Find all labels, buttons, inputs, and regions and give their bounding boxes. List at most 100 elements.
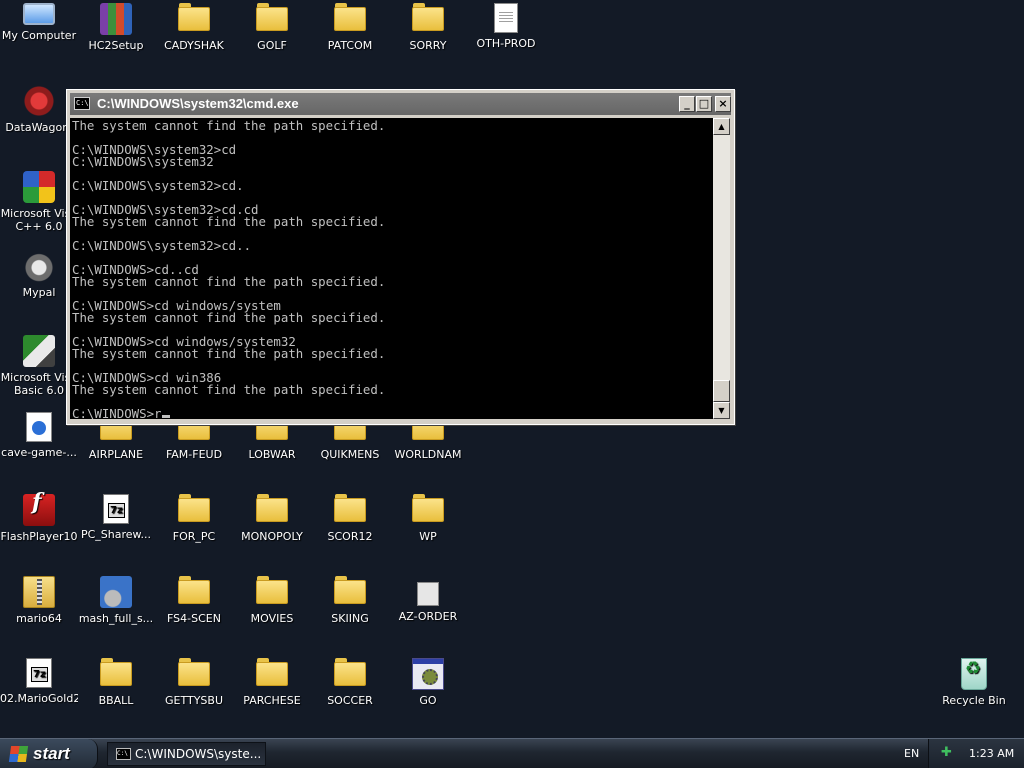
desktop-icon-az-order[interactable]: AZ-ORDER <box>389 576 467 623</box>
cmd-window[interactable]: C:\ C:\WINDOWS\system32\cmd.exe _ □ × Th… <box>66 89 735 425</box>
start-button[interactable]: start <box>0 739 98 768</box>
desktop-icon-gettysbu[interactable]: GETTYSBU <box>155 658 233 707</box>
folder-icon <box>256 494 288 526</box>
folder-icon <box>256 576 288 608</box>
desktop-icon-flashplayer[interactable]: FlashPlayer10 <box>0 494 78 543</box>
mypal-icon <box>23 250 55 282</box>
recycle-bin-icon <box>961 658 987 690</box>
desktop-icon-label: HC2Setup <box>88 39 144 52</box>
desktop-icon-label: 02.MarioGold2 <box>0 692 78 705</box>
desktop-icon-label: My Computer <box>1 29 77 42</box>
desktop-icon-fs4-scen[interactable]: FS4-SCEN <box>155 576 233 625</box>
desktop-icon-bball[interactable]: BBALL <box>77 658 155 707</box>
desktop-icon-label: mash_full_s... <box>78 612 154 625</box>
desktop-icon-label: CADYSHAK <box>164 39 224 52</box>
desktop-icon-scor12[interactable]: SCOR12 <box>311 494 389 543</box>
desktop-icon-monopoly[interactable]: MONOPOLY <box>233 494 311 543</box>
folder-icon <box>178 494 210 526</box>
windows-logo-icon <box>8 746 29 762</box>
folder-icon <box>412 3 444 35</box>
desktop-icon-label: SKIING <box>331 612 369 625</box>
console-line: The system cannot find the path specifie… <box>72 214 386 229</box>
folder-icon <box>412 494 444 526</box>
zip-icon <box>23 576 55 608</box>
scrollbar-thumb[interactable] <box>713 380 730 402</box>
language-indicator[interactable]: EN <box>904 739 919 768</box>
cmd-system-icon[interactable]: C:\ <box>74 97 90 110</box>
desktop-icon-soccer[interactable]: SOCCER <box>311 658 389 707</box>
console-line: The system cannot find the path specifie… <box>72 382 386 397</box>
text-cursor <box>161 415 170 418</box>
cmd-icon: C:\ <box>116 748 131 760</box>
archive-7z-icon <box>26 658 52 688</box>
desktop-icon-label: LOBWAR <box>248 448 296 461</box>
console-prompt-line[interactable]: C:\WINDOWS>r <box>72 407 713 419</box>
media-file-icon <box>26 412 52 442</box>
vertical-scrollbar[interactable]: ▲ ▼ <box>713 118 730 419</box>
desktop-icon-golf[interactable]: GOLF <box>233 3 311 52</box>
close-button[interactable]: × <box>715 96 731 112</box>
desktop-icon-label: GOLF <box>257 39 287 52</box>
desktop-icon-label: Recycle Bin <box>942 694 1006 707</box>
window-title: C:\WINDOWS\system32\cmd.exe <box>97 96 299 111</box>
desktop-icon-label: FOR_PC <box>172 530 216 543</box>
desktop-icon-patcom[interactable]: PATCOM <box>311 3 389 52</box>
desktop-icon-label: FAM-FEUD <box>165 448 223 461</box>
desktop-icon-label: MONOPOLY <box>241 530 303 543</box>
desktop-icon-label: OTH-PROD <box>476 37 536 50</box>
program-icon <box>412 658 444 690</box>
desktop-icon-label: SCOR12 <box>327 530 373 543</box>
desktop-icon-oth-prod[interactable]: OTH-PROD <box>467 3 545 50</box>
taskbar-button-cmd[interactable]: C:\ C:\WINDOWS\syste... <box>107 742 266 766</box>
desktop-icon-movies[interactable]: MOVIES <box>233 576 311 625</box>
desktop-icon-mash-full[interactable]: mash_full_s... <box>77 576 155 625</box>
clock[interactable]: 1:23 AM <box>969 739 1014 768</box>
folder-icon <box>256 3 288 35</box>
desktop-icon-mario64[interactable]: mario64 <box>0 576 78 625</box>
console-lines: The system cannot find the path specifie… <box>72 118 713 408</box>
console-line: C:\WINDOWS\system32>cd. <box>72 178 244 193</box>
datawagon-icon <box>23 85 55 117</box>
scroll-down-button[interactable]: ▼ <box>713 402 730 419</box>
cmd-title-bar[interactable]: C:\ C:\WINDOWS\system32\cmd.exe _ □ × <box>70 93 731 115</box>
winrar-icon <box>100 3 132 35</box>
console-line: The system cannot find the path specifie… <box>72 118 386 133</box>
desktop-icon-label: FS4-SCEN <box>167 612 221 625</box>
desktop-icon-pc-shareware[interactable]: PC_Sharew... <box>77 494 155 541</box>
desktop-icon-cadyshak[interactable]: CADYSHAK <box>155 3 233 52</box>
archive-7z-icon <box>103 494 129 524</box>
desktop-icon-label: WP <box>419 530 437 543</box>
folder-icon <box>334 494 366 526</box>
desktop-icon-parchese[interactable]: PARCHESE <box>233 658 311 707</box>
desktop-icon-label: MOVIES <box>250 612 294 625</box>
desktop-icon-recycle-bin[interactable]: Recycle Bin <box>935 658 1013 707</box>
desktop-icon-label: mario64 <box>16 612 62 625</box>
desktop-icon-skiing[interactable]: SKIING <box>311 576 389 625</box>
desktop-icon-mariogold2[interactable]: 02.MarioGold2 <box>0 658 78 705</box>
scroll-up-button[interactable]: ▲ <box>713 118 730 135</box>
folder-icon <box>178 3 210 35</box>
console-output[interactable]: The system cannot find the path specifie… <box>70 118 713 419</box>
desktop-icon-sorry[interactable]: SORRY <box>389 3 467 52</box>
desktop-icon-wp[interactable]: WP <box>389 494 467 543</box>
folder-icon <box>256 658 288 690</box>
folder-icon <box>334 576 366 608</box>
computer-icon <box>23 3 55 25</box>
desktop-icon-go[interactable]: GO <box>389 658 467 707</box>
console-line: The system cannot find the path specifie… <box>72 310 386 325</box>
desktop-icon-my-computer[interactable]: My Computer <box>0 3 78 42</box>
console-line: C:\WINDOWS\system32>cd.. <box>72 238 252 253</box>
start-label: start <box>33 744 70 763</box>
taskbar-button-label: C:\WINDOWS\syste... <box>135 747 262 761</box>
safely-remove-hardware-icon[interactable]: ✚ <box>941 746 955 760</box>
maximize-button[interactable]: □ <box>696 96 712 112</box>
desktop-icon-label: SORRY <box>409 39 447 52</box>
desktop-icon-label: QUIKMENS <box>320 448 380 461</box>
desktop-icon-for-pc[interactable]: FOR_PC <box>155 494 233 543</box>
taskbar: start C:\ C:\WINDOWS\syste... EN ✚ 1:23 … <box>0 738 1024 768</box>
folder-icon <box>100 658 132 690</box>
desktop-icon-hc2setup[interactable]: HC2Setup <box>77 3 155 52</box>
console-line: C:\WINDOWS\system32 <box>72 154 214 169</box>
desktop-icon-label: GO <box>419 694 437 707</box>
minimize-button[interactable]: _ <box>679 96 695 112</box>
